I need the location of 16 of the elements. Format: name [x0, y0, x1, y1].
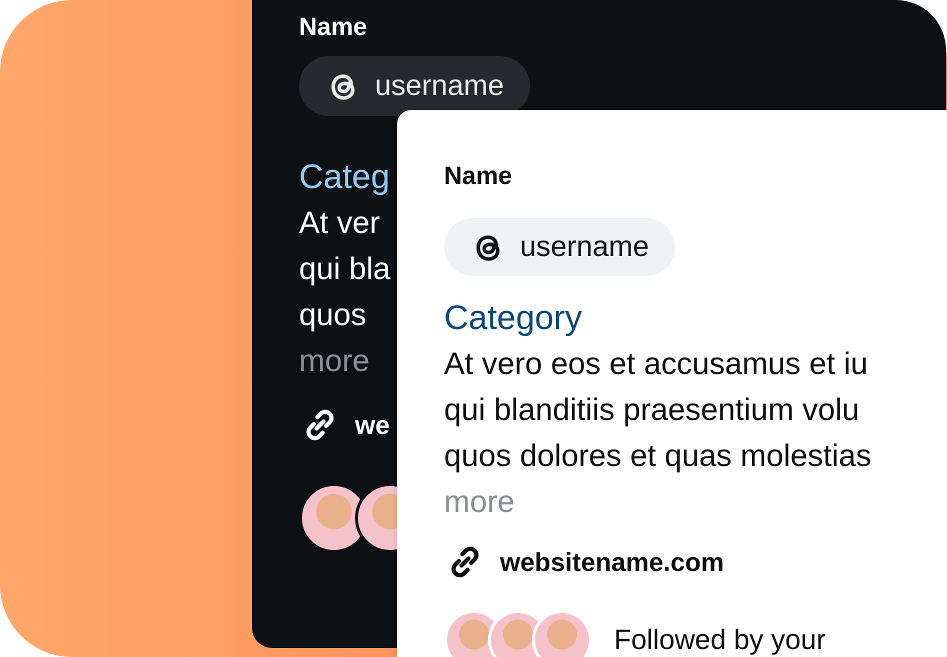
category-label: Category	[444, 298, 582, 339]
bio-text: quos	[299, 296, 366, 334]
more-link[interactable]: more	[299, 338, 370, 384]
username-chip[interactable]: username	[444, 218, 675, 276]
website-link[interactable]: we	[355, 410, 390, 440]
bio-text: At vero eos et accusamus et iu	[444, 345, 868, 383]
bio-text: qui bla	[299, 250, 390, 288]
username-chip[interactable]: username	[299, 56, 530, 116]
bio-text: At ver	[299, 204, 380, 242]
profile-name: Name	[444, 161, 512, 192]
followed-by-text: Followed by your	[614, 624, 826, 656]
bio-text: qui blanditiis praesentium volu	[444, 391, 860, 429]
bio-text: quos dolores et quas molestias	[444, 437, 872, 475]
profile-name: Name	[299, 12, 368, 43]
website-link[interactable]: websitename.com	[500, 546, 724, 578]
category-label: Categ	[299, 157, 390, 198]
